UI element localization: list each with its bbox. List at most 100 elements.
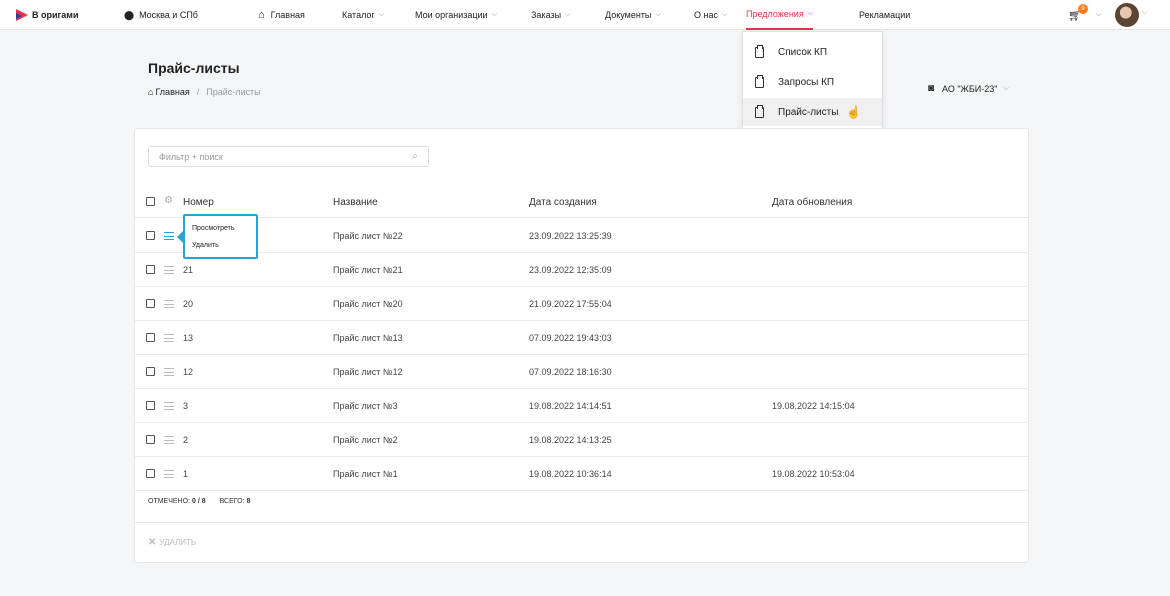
- cell-created: 19.08.2022 14:14:51: [529, 401, 612, 411]
- cell-number: 20: [183, 299, 194, 309]
- nav-claims[interactable]: Рекламации: [859, 0, 910, 30]
- table-row[interactable]: 2 Прайс лист №2 19.08.2022 14:13:25: [135, 423, 1028, 457]
- hand-cursor-icon: ☝: [846, 105, 862, 119]
- row-checkbox[interactable]: [146, 435, 155, 444]
- selected-label: ОТМЕЧЕНО:: [148, 498, 190, 505]
- selection-stats: ОТМЕЧЕНО: 0 / 8 ВСЕГО: 8: [148, 498, 264, 505]
- logo-text: В оригами: [32, 10, 79, 20]
- row-checkbox[interactable]: [146, 333, 155, 342]
- table-row[interactable]: 12 Прайс лист №12 07.09.2022 18:16:30: [135, 355, 1028, 389]
- nav-home-label: Главная: [270, 10, 305, 20]
- top-nav: В оригами ⬤ Москва и СПб ⌂ Главная Катал…: [0, 0, 1170, 30]
- nav-docs[interactable]: Документы ⌵: [605, 0, 661, 30]
- row-menu-icon[interactable]: [164, 266, 174, 274]
- cart-button[interactable]: 🛒︎ 9 ⌵: [1068, 0, 1101, 30]
- cell-name[interactable]: Прайс лист №13: [333, 321, 403, 355]
- row-checkbox[interactable]: [146, 469, 155, 478]
- row-menu-icon[interactable]: [164, 470, 174, 478]
- chevron-down-icon: ⌵: [1003, 84, 1009, 92]
- table-row[interactable]: 3 Прайс лист №3 19.08.2022 14:14:51 19.0…: [135, 389, 1028, 423]
- breadcrumb-current: Прайс-листы: [206, 87, 261, 97]
- chevron-down-icon: ⌵: [491, 11, 497, 18]
- delete-button[interactable]: ✕ УДАЛИТЬ: [148, 537, 196, 548]
- cell-name[interactable]: Прайс лист №21: [333, 253, 403, 287]
- cell-name[interactable]: Прайс лист №12: [333, 355, 403, 389]
- chevron-down-icon[interactable]: ⌵: [1142, 9, 1147, 17]
- nav-claims-label: Рекламации: [859, 10, 911, 20]
- row-checkbox[interactable]: [146, 367, 155, 376]
- breadcrumb-home[interactable]: Главная: [155, 87, 189, 97]
- clipboard-icon: [755, 44, 764, 58]
- table-row[interactable]: 1 Прайс лист №1 19.08.2022 10:36:14 19.0…: [135, 457, 1028, 491]
- row-context-menu: Просмотреть Удалить: [177, 214, 258, 259]
- total-value: 8: [246, 498, 251, 505]
- table-row[interactable]: 22 Прайс лист №22 23.09.2022 13:25:39: [135, 219, 1028, 253]
- close-icon: ✕: [148, 537, 157, 548]
- cell-name[interactable]: Прайс лист №20: [333, 287, 403, 321]
- offers-dropdown: Список КП Запросы КП Прайс-листы ☝: [742, 31, 883, 129]
- row-checkbox[interactable]: [146, 265, 155, 274]
- nav-about-label: О нас: [694, 10, 718, 20]
- logo-icon: [16, 9, 28, 21]
- column-name[interactable]: Название: [333, 186, 378, 218]
- dropdown-item-kp-requests[interactable]: Запросы КП: [743, 68, 882, 96]
- page-title: Прайс-листы: [148, 60, 240, 76]
- chevron-down-icon: ⌵: [1095, 11, 1102, 18]
- row-menu-icon[interactable]: [164, 368, 174, 376]
- delete-menu-item[interactable]: Удалить: [192, 237, 256, 254]
- table-header: ⚙ Номер Название Дата создания Дата обно…: [135, 186, 1028, 218]
- cell-updated: 19.08.2022 10:53:04: [772, 469, 855, 479]
- nav-orgs[interactable]: Мои организации ⌵: [415, 0, 497, 30]
- price-list-card: Фильтр + поиск ⌕ ⚙ Номер Название Дата с…: [134, 128, 1029, 563]
- cell-number: 12: [183, 367, 194, 377]
- cart-badge: 9: [1077, 4, 1088, 14]
- row-menu-icon[interactable]: [164, 300, 174, 308]
- org-name: АО "ЖБИ-23": [942, 83, 998, 94]
- cell-created: 21.09.2022 17:55:04: [529, 299, 612, 309]
- cell-number: 13: [183, 333, 194, 343]
- column-updated[interactable]: Дата обновления: [772, 186, 852, 218]
- cell-name[interactable]: Прайс лист №22: [333, 219, 403, 253]
- home-icon[interactable]: ⌂: [148, 87, 153, 97]
- column-created[interactable]: Дата создания: [529, 186, 597, 218]
- chevron-down-icon: ⌵: [721, 11, 728, 18]
- cell-created: 19.08.2022 10:36:14: [529, 469, 612, 479]
- row-menu-icon[interactable]: [164, 232, 174, 240]
- cell-name[interactable]: Прайс лист №3: [333, 389, 398, 423]
- dropdown-item-kp-list[interactable]: Список КП: [743, 38, 882, 66]
- org-selector[interactable]: ◙ АО "ЖБИ-23" ⌵: [928, 83, 1009, 94]
- nav-home[interactable]: ⌂ Главная: [258, 0, 305, 30]
- gear-icon[interactable]: ⚙: [164, 195, 173, 206]
- logo[interactable]: В оригами: [16, 0, 78, 30]
- cell-number: 2: [183, 435, 189, 445]
- table-row[interactable]: 13 Прайс лист №13 07.09.2022 19:43:03: [135, 321, 1028, 355]
- select-all-checkbox[interactable]: [146, 197, 155, 206]
- city-selector[interactable]: ⬤ Москва и СПб: [124, 0, 198, 30]
- row-menu-icon[interactable]: [164, 436, 174, 444]
- row-checkbox[interactable]: [146, 231, 155, 240]
- dropdown-item-price-lists[interactable]: Прайс-листы ☝: [743, 98, 882, 126]
- cell-name[interactable]: Прайс лист №1: [333, 457, 398, 491]
- nav-catalog[interactable]: Каталог ⌵: [342, 0, 384, 30]
- nav-offers[interactable]: Предложения ⌵: [746, 0, 813, 30]
- cell-created: 07.09.2022 19:43:03: [529, 333, 612, 343]
- city-label: Москва и СПб: [139, 10, 198, 20]
- table-row[interactable]: 21 Прайс лист №21 23.09.2022 12:35:09: [135, 253, 1028, 287]
- row-checkbox[interactable]: [146, 299, 155, 308]
- breadcrumb-separator: /: [196, 87, 200, 97]
- table-row[interactable]: 20 Прайс лист №20 21.09.2022 17:55:04: [135, 287, 1028, 321]
- chevron-down-icon: ⌵: [378, 11, 385, 18]
- chevron-down-icon: ⌵: [807, 10, 813, 17]
- location-pin-icon: ⬤: [124, 9, 135, 20]
- view-menu-item[interactable]: Просмотреть: [192, 220, 256, 237]
- nav-about[interactable]: О нас ⌵: [694, 0, 727, 30]
- cell-name[interactable]: Прайс лист №2: [333, 423, 398, 457]
- avatar[interactable]: [1115, 3, 1139, 27]
- total-label: ВСЕГО:: [219, 498, 245, 505]
- dropdown-item-label: Прайс-листы: [778, 106, 839, 118]
- row-menu-icon[interactable]: [164, 402, 174, 410]
- row-checkbox[interactable]: [146, 401, 155, 410]
- nav-orders[interactable]: Заказы ⌵: [531, 0, 570, 30]
- search-input[interactable]: Фильтр + поиск ⌕: [148, 146, 429, 167]
- row-menu-icon[interactable]: [164, 334, 174, 342]
